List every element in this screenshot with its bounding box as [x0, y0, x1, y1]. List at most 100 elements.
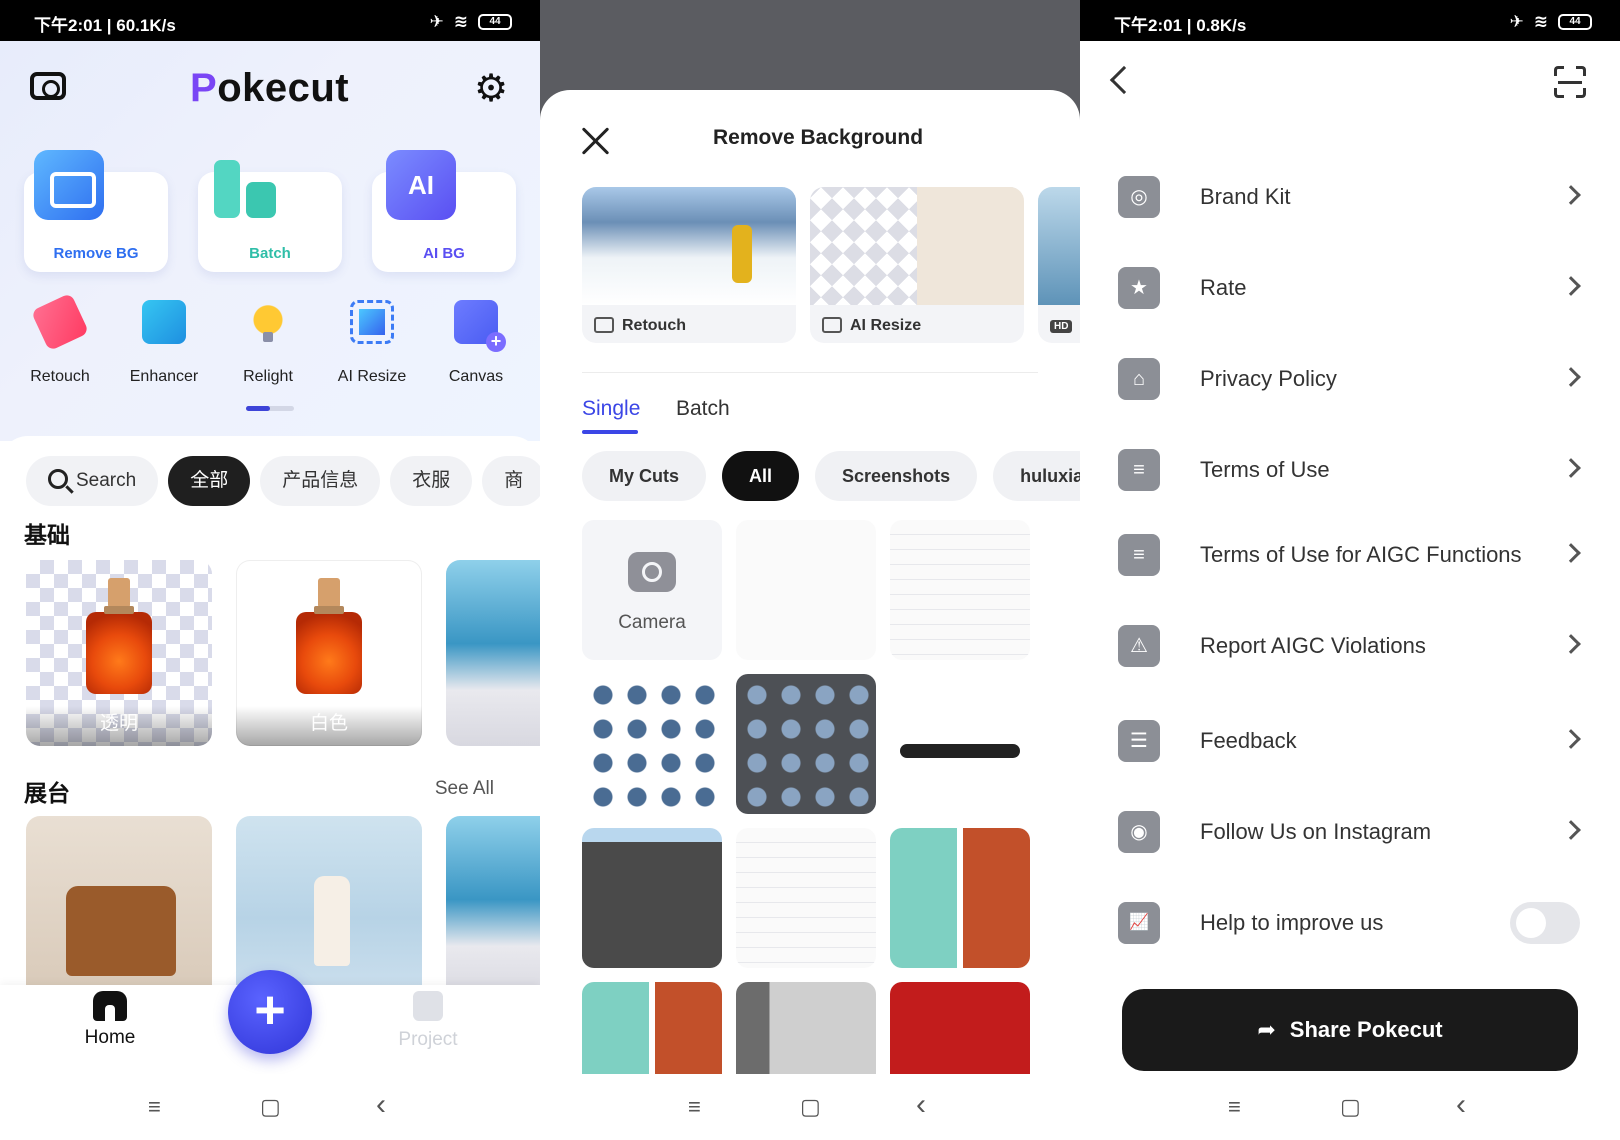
- settings-help-improve: 📈 Help to improve us: [1118, 894, 1580, 956]
- remove-background-screen: Remove Background Retouch AI Resize HD S…: [540, 0, 1080, 1140]
- status-bar: 下午2:01 | 60.1K/s ✈ ≋ 44: [0, 0, 540, 41]
- ai-document-icon: ≡: [1118, 534, 1160, 576]
- tool-enhancer[interactable]: Enhancer: [114, 300, 214, 386]
- photo-thumbnail[interactable]: [736, 520, 876, 660]
- settings-rate[interactable]: ★ Rate: [1118, 259, 1581, 321]
- settings-brand-kit[interactable]: ◎ Brand Kit: [1118, 168, 1581, 230]
- photo-thumbnail[interactable]: [736, 674, 876, 814]
- share-pokecut-button[interactable]: ➦ Share Pokecut: [1122, 989, 1578, 1071]
- back-icon[interactable]: ‹: [1456, 1088, 1466, 1122]
- warning-icon: ⚠: [1118, 625, 1160, 667]
- see-all-link[interactable]: See All: [435, 778, 494, 800]
- photo-thumbnail[interactable]: [890, 828, 1030, 968]
- category-chip[interactable]: 衣服: [390, 456, 473, 506]
- chevron-right-icon: [1561, 543, 1581, 563]
- brand-icon: ◎: [1118, 176, 1160, 218]
- card-label: Remove BG: [53, 245, 139, 262]
- chevron-right-icon: [1561, 185, 1581, 205]
- template-beach[interactable]: [446, 560, 540, 746]
- remove-bg-card[interactable]: Remove BG: [24, 150, 168, 272]
- photo-thumbnail[interactable]: [890, 520, 1030, 660]
- tool-retouch[interactable]: Retouch: [10, 292, 110, 386]
- chip-huluxia[interactable]: huluxia: [993, 451, 1080, 501]
- template-sheet: Search 全部 产品信息 衣服商 基础 透明 白色 展台 See All: [0, 436, 540, 1056]
- chip-all[interactable]: All: [722, 451, 800, 501]
- batch-card[interactable]: Batch: [198, 160, 342, 272]
- eraser-icon: [594, 317, 614, 333]
- tool-relight[interactable]: Relight: [218, 300, 318, 386]
- photo-thumbnail[interactable]: [736, 828, 876, 968]
- menu-icon[interactable]: ≡: [1228, 1094, 1241, 1120]
- settings-terms-of-use[interactable]: ≡ Terms of Use: [1118, 441, 1581, 503]
- home-nav-icon[interactable]: ▢: [260, 1094, 281, 1120]
- photo-thumbnail[interactable]: [582, 674, 722, 814]
- feature-retouch[interactable]: Retouch: [582, 187, 796, 343]
- photo-thumbnail[interactable]: [736, 982, 876, 1080]
- battery-icon: 44: [1558, 14, 1592, 30]
- ai-bg-card[interactable]: AI AI BG: [372, 150, 516, 272]
- camera-icon[interactable]: [30, 72, 66, 100]
- perfume-image: [86, 578, 152, 694]
- menu-icon[interactable]: ≡: [688, 1094, 701, 1120]
- home-nav-icon[interactable]: ▢: [1340, 1094, 1361, 1120]
- scan-icon[interactable]: [1554, 66, 1586, 98]
- settings-feedback[interactable]: ☰ Feedback: [1118, 712, 1581, 774]
- category-chip[interactable]: 商: [482, 456, 540, 506]
- battery-icon: 44: [478, 14, 512, 30]
- system-nav-bar: ≡ ▢ ‹: [0, 1074, 540, 1140]
- settings-report-aigc[interactable]: ⚠ Report AIGC Violations: [1118, 617, 1581, 679]
- hd-icon: HD: [1050, 320, 1073, 333]
- photo-thumbnail[interactable]: [582, 828, 722, 968]
- wifi-icon: ≋: [1533, 12, 1548, 31]
- gear-icon[interactable]: ⚙: [474, 70, 508, 108]
- settings-terms-aigc[interactable]: ≡ Terms of Use for AIGC Functions: [1118, 526, 1581, 588]
- feature-ai-resize[interactable]: AI Resize: [810, 187, 1024, 343]
- feature-enhancer[interactable]: HD: [1038, 187, 1080, 343]
- tool-ai-resize[interactable]: AI Resize: [322, 300, 422, 386]
- template-bag[interactable]: [26, 816, 212, 1002]
- settings-instagram[interactable]: ◉ Follow Us on Instagram: [1118, 803, 1581, 865]
- back-icon[interactable]: ‹: [916, 1088, 926, 1122]
- remove-background-sheet: Remove Background Retouch AI Resize HD S…: [540, 90, 1080, 1080]
- template-white[interactable]: 白色: [236, 560, 422, 746]
- system-nav-bar: ≡ ▢ ‹: [1080, 1074, 1620, 1140]
- settings-privacy-policy[interactable]: ⌂ Privacy Policy: [1118, 350, 1581, 412]
- back-icon[interactable]: ‹: [376, 1088, 386, 1122]
- chevron-right-icon: [1561, 634, 1581, 654]
- skier-image: [582, 187, 796, 305]
- search-chip[interactable]: Search: [26, 456, 159, 506]
- template-sky[interactable]: [446, 816, 540, 1002]
- ai-icon: AI: [386, 150, 456, 220]
- project-icon: [413, 991, 443, 1021]
- tab-batch[interactable]: Batch: [676, 397, 730, 421]
- share-icon: ➦: [1257, 1017, 1276, 1042]
- category-chip[interactable]: 全部: [168, 456, 251, 506]
- category-chip[interactable]: 产品信息: [260, 456, 381, 506]
- tab-single[interactable]: Single: [582, 397, 640, 421]
- page-indicator: [246, 406, 294, 411]
- perfume-image: [296, 578, 362, 694]
- tab-project[interactable]: Project: [388, 985, 468, 1051]
- resize-icon: [822, 317, 842, 333]
- chip-my-cuts[interactable]: My Cuts: [582, 451, 707, 501]
- active-tab-indicator: [582, 430, 638, 434]
- photo-thumbnail[interactable]: [890, 982, 1030, 1080]
- back-arrow-icon[interactable]: [1109, 65, 1139, 95]
- tool-canvas[interactable]: Canvas: [426, 300, 526, 386]
- photo-thumbnail[interactable]: [890, 674, 1030, 814]
- hd-image-icon: [142, 300, 186, 344]
- template-transparent[interactable]: 透明: [26, 560, 212, 746]
- camera-tile[interactable]: Camera: [582, 520, 722, 660]
- help-improve-toggle[interactable]: [1510, 902, 1580, 944]
- menu-icon[interactable]: ≡: [148, 1094, 161, 1120]
- home-nav-icon[interactable]: ▢: [800, 1094, 821, 1120]
- photo-thumbnail[interactable]: [582, 982, 722, 1080]
- tab-home[interactable]: Home: [70, 985, 150, 1049]
- star-icon: ★: [1118, 267, 1160, 309]
- chip-screenshots[interactable]: Screenshots: [815, 451, 978, 501]
- create-button[interactable]: +: [228, 970, 312, 1054]
- chevron-right-icon: [1561, 458, 1581, 478]
- status-bar: 下午2:01 | 0.8K/s ✈ ≋ 44: [1080, 0, 1620, 41]
- canvas-icon: [454, 300, 506, 352]
- search-icon: [48, 469, 68, 489]
